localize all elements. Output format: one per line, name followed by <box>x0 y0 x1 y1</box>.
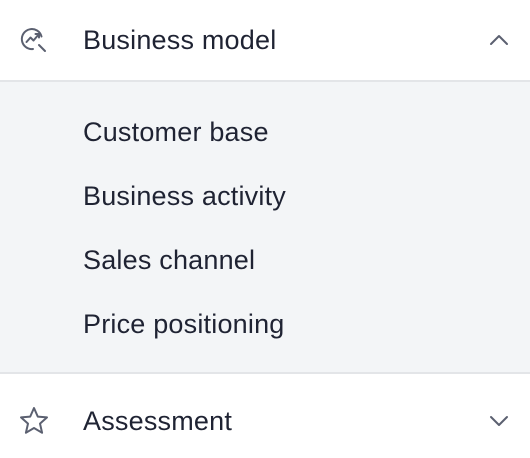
submenu-business-model: Customer base Business activity Sales ch… <box>0 82 530 372</box>
submenu-item-sales-channel[interactable]: Sales channel <box>0 228 530 292</box>
chevron-up-icon[interactable] <box>486 27 512 53</box>
chevron-down-icon[interactable] <box>486 408 512 434</box>
section-header-assessment[interactable]: Assessment <box>0 372 530 458</box>
submenu-item-business-activity[interactable]: Business activity <box>0 164 530 228</box>
star-icon <box>18 405 50 437</box>
section-label: Assessment <box>83 405 233 436</box>
chart-search-icon <box>18 24 50 56</box>
section-header-business-model[interactable]: Business model <box>0 0 530 82</box>
side-navigation: Business model Customer base Business ac… <box>0 0 530 458</box>
submenu-item-customer-base[interactable]: Customer base <box>0 100 530 164</box>
section-label: Business model <box>83 24 277 55</box>
submenu-item-price-positioning[interactable]: Price positioning <box>0 292 530 356</box>
